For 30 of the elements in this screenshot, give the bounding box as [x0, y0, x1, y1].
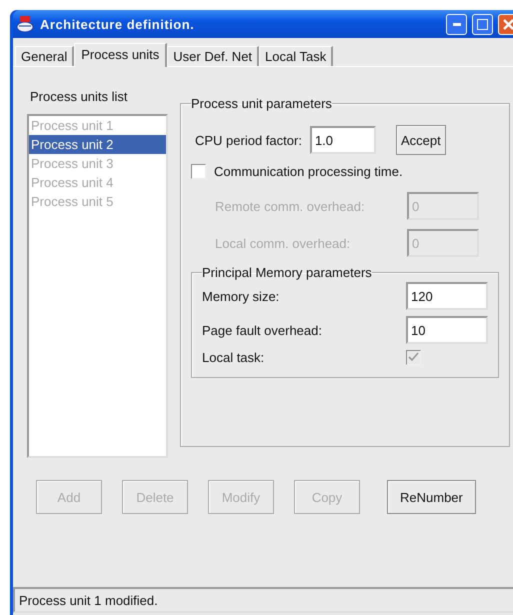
status-bar: Process unit 1 modified. [13, 587, 513, 613]
tab[interactable]: General [15, 46, 74, 66]
minimize-button[interactable] [446, 14, 467, 34]
field-label: Memory size: [202, 288, 280, 304]
field-label: Remote comm. overhead: [215, 198, 366, 214]
maximize-button[interactable] [472, 14, 493, 34]
checkbox[interactable] [191, 164, 206, 179]
group-title: Principal Memory parameters [202, 265, 372, 280]
app-icon [15, 14, 35, 34]
tab[interactable]: User Def. Net [167, 46, 260, 66]
field-label: CPU period factor: [195, 132, 302, 148]
maximize-icon [477, 18, 488, 30]
checkbox-label: Communication processing time. [214, 164, 403, 179]
group-title: Process unit parameters [191, 96, 332, 111]
field-label: Page fault overhead: [202, 322, 323, 338]
minimize-icon [452, 22, 460, 26]
list-title: Process units list [29, 89, 129, 104]
field-label: Local comm. overhead: [215, 236, 352, 250]
memory-field[interactable]: 120 [406, 282, 488, 310]
checkbox-label: Local task: [202, 350, 266, 365]
close-icon [503, 18, 513, 30]
accept-button[interactable]: Accept [396, 125, 446, 155]
memory-field[interactable]: 10 [406, 316, 488, 344]
window-title: Architecture definition. [40, 16, 196, 32]
list-item[interactable]: Process unit 2 [29, 135, 166, 154]
close-button[interactable] [498, 14, 513, 34]
tab[interactable]: Local Task [259, 46, 334, 66]
action-button[interactable]: ReNumber [387, 480, 476, 514]
cpu-factor-field[interactable]: 1.0 [310, 126, 376, 154]
tab[interactable]: Process units [74, 43, 168, 67]
